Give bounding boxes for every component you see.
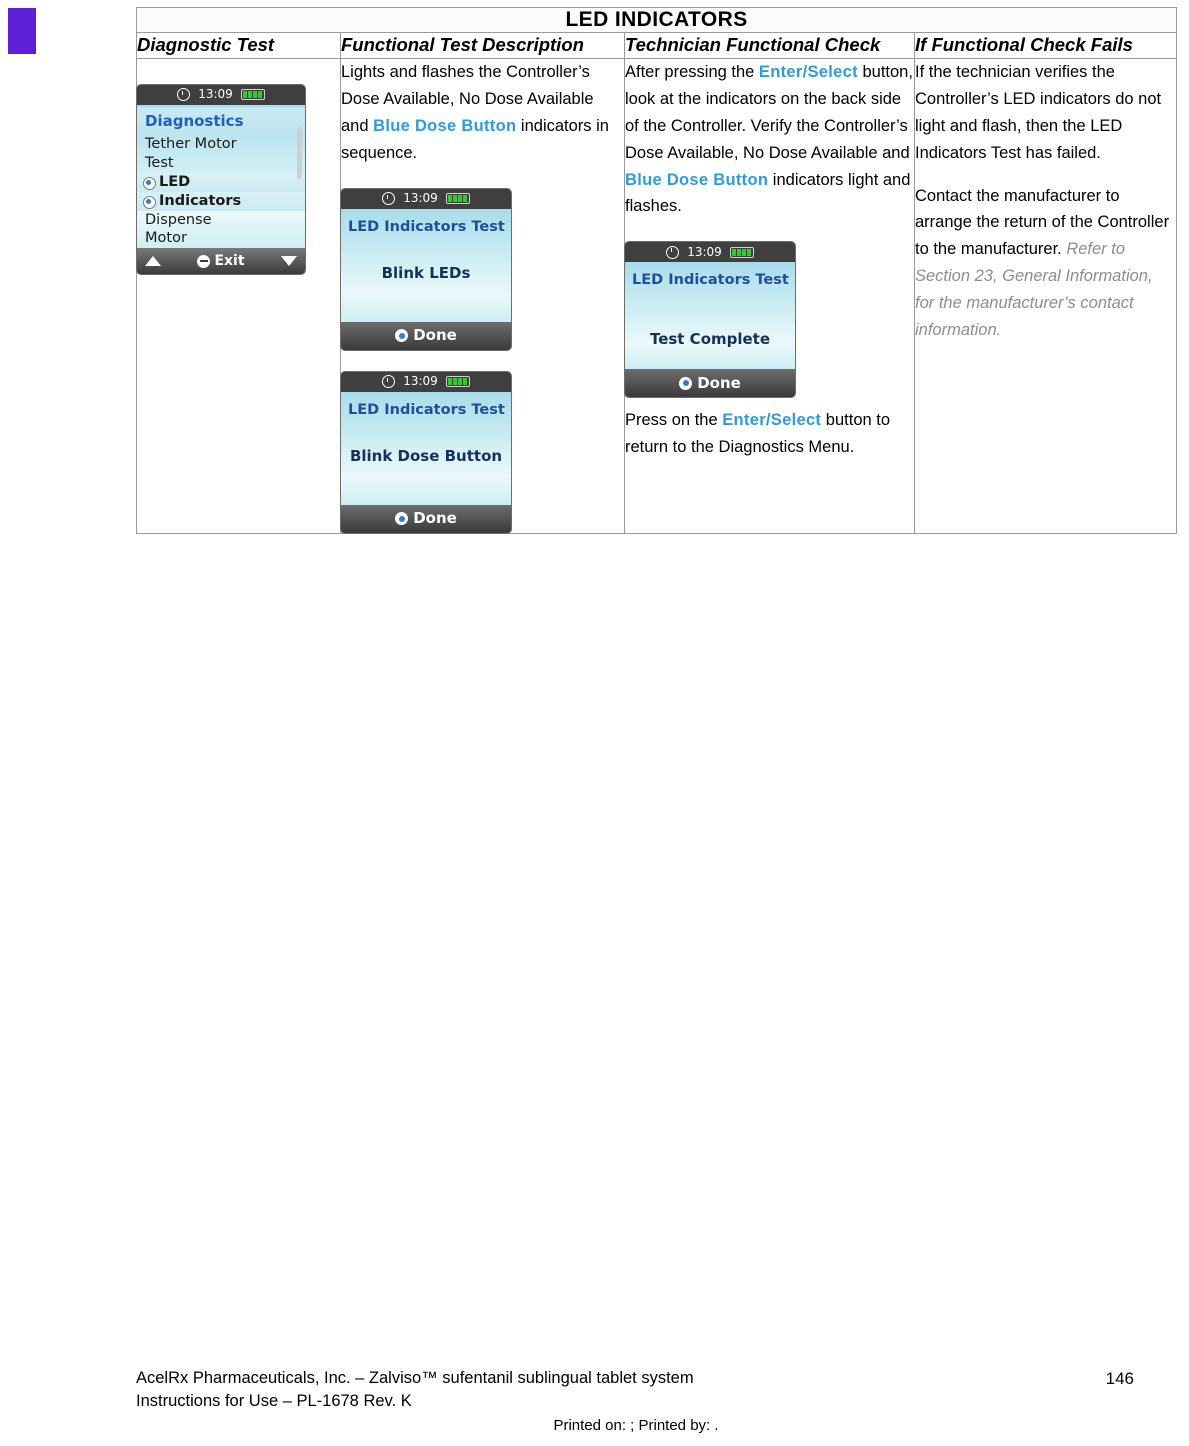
technician-return-paragraph: Press on the Enter/Select button to retu… xyxy=(625,407,914,461)
column-header-technician-functional-check: Technician Functional Check xyxy=(624,32,915,59)
clock-icon xyxy=(666,245,680,259)
menu-item-led[interactable]: LED xyxy=(137,173,305,192)
device-status-bar: 13:09 xyxy=(341,188,511,209)
screen-message: Blink LEDs xyxy=(381,264,471,283)
done-label: Done xyxy=(697,374,741,393)
done-button[interactable]: Done xyxy=(625,369,795,398)
failure-paragraph-1: If the technician verifies the Controlle… xyxy=(915,62,1162,162)
device-body: LED Indicators Test Blink Dose Button xyxy=(341,391,511,505)
done-button[interactable]: Done xyxy=(341,504,511,533)
device-status-bar: 13:09 xyxy=(625,242,795,263)
arrow-up-icon[interactable] xyxy=(145,256,161,267)
screen-title: LED Indicators Test xyxy=(348,401,505,418)
battery-icon xyxy=(445,376,470,388)
menu-item-indicators[interactable]: Indicators xyxy=(137,191,305,211)
clock-icon xyxy=(382,375,396,389)
battery-icon xyxy=(729,246,754,258)
footer-line-1: AcelRx Pharmaceuticals, Inc. – Zalviso™ … xyxy=(136,1368,694,1387)
screen-title: LED Indicators Test xyxy=(632,272,789,289)
failure-text-a: Contact the manufacturer to arrange the … xyxy=(915,186,1170,259)
screen-title: LED Indicators Test xyxy=(348,218,505,235)
footer-line-2: Instructions for Use – PL-1678 Rev. K xyxy=(136,1391,412,1410)
device-body: LED Indicators Test Blink LEDs xyxy=(341,208,511,322)
tech2-blue-enter-select: Enter/Select xyxy=(722,411,822,430)
cell-if-functional-check-fails: If the technician verifies the Controlle… xyxy=(913,57,1178,534)
select-icon xyxy=(679,376,693,390)
figure-diagnostics-menu: 13:09 Diagnostics Tether Motor Test LED … xyxy=(137,84,340,275)
figure-blink-dose-button: 13:09 LED Indicators Test Blink Dose But… xyxy=(341,371,624,533)
device-time: 13:09 xyxy=(403,373,438,388)
done-label: Done xyxy=(413,509,457,528)
tech-text-a: After pressing the xyxy=(625,62,759,81)
menu-item-motor[interactable]: Motor xyxy=(137,229,305,248)
exit-icon xyxy=(197,254,211,268)
figure-test-complete: 13:09 LED Indicators Test Test Complete … xyxy=(625,242,914,398)
arrow-down-icon[interactable] xyxy=(281,256,297,267)
page-edge-marker xyxy=(8,8,36,54)
device-time: 13:09 xyxy=(403,190,438,205)
battery-icon xyxy=(445,193,470,205)
device-screen-test-complete: 13:09 LED Indicators Test Test Complete … xyxy=(625,242,795,398)
clock-icon xyxy=(177,88,191,102)
device-status-bar: 13:09 xyxy=(341,371,511,392)
column-header-functional-test-description: Functional Test Description xyxy=(340,32,625,59)
column-header-if-functional-check-fails: If Functional Check Fails xyxy=(913,32,1178,59)
device-screen-diagnostics-menu: 13:09 Diagnostics Tether Motor Test LED … xyxy=(137,84,305,275)
battery-icon xyxy=(240,89,265,101)
device-nav-bar: Exit xyxy=(137,248,305,275)
table-content-row: 13:09 Diagnostics Tether Motor Test LED … xyxy=(136,57,1178,534)
menu-item-dispense[interactable]: Dispense xyxy=(137,211,305,230)
cell-diagnostic-test: 13:09 Diagnostics Tether Motor Test LED … xyxy=(136,57,341,534)
printed-info: Printed on: ; Printed by: . xyxy=(553,1417,719,1434)
led-indicators-table: LED INDICATORS Diagnostic Test Functiona… xyxy=(135,7,1178,534)
menu-item-indicators-label: Indicators xyxy=(159,192,242,209)
menu-item-tether-motor[interactable]: Tether Motor xyxy=(137,135,305,154)
cell-functional-test-description: Lights and flashes the Controller’s Dose… xyxy=(340,57,625,534)
table-title: LED INDICATORS xyxy=(135,7,1178,33)
tech-blue-dose-button: Blue Dose Button xyxy=(625,170,769,189)
screen-message: Test Complete xyxy=(649,329,771,348)
table-title-row: LED INDICATORS xyxy=(135,7,1178,33)
select-icon xyxy=(395,329,409,343)
page-footer: AcelRx Pharmaceuticals, Inc. – Zalviso™ … xyxy=(136,1367,1182,1436)
failure-paragraph-2: Contact the manufacturer to arrange the … xyxy=(915,183,1176,344)
device-body: LED Indicators Test Test Complete xyxy=(625,262,795,370)
device-time: 13:09 xyxy=(198,87,233,102)
done-button[interactable]: Done xyxy=(341,321,511,350)
page-number: 146 xyxy=(1105,1368,1134,1388)
device-screen-blink-leds: 13:09 LED Indicators Test Blink LEDs Don… xyxy=(341,188,511,350)
exit-label: Exit xyxy=(214,252,245,269)
tech2-text-a: Press on the xyxy=(625,411,723,430)
diagnostics-title: Diagnostics xyxy=(137,106,305,136)
device-screen-blink-dose-button: 13:09 LED Indicators Test Blink Dose But… xyxy=(341,371,511,533)
device-time: 13:09 xyxy=(687,244,722,259)
column-header-diagnostic-test: Diagnostic Test xyxy=(136,32,341,59)
technician-check-paragraph: After pressing the Enter/Select button, … xyxy=(625,59,914,220)
device-status-bar: 13:09 xyxy=(137,84,305,105)
device-body: Diagnostics Tether Motor Test LED Indica… xyxy=(137,104,305,249)
document-page: LED INDICATORS Diagnostic Test Functiona… xyxy=(135,7,1178,534)
done-label: Done xyxy=(413,326,457,345)
tech-blue-enter-select: Enter/Select xyxy=(758,62,858,81)
select-icon xyxy=(395,512,409,526)
menu-item-test[interactable]: Test xyxy=(137,154,305,173)
clock-icon xyxy=(382,192,396,206)
description-paragraph: Lights and flashes the Controller’s Dose… xyxy=(341,59,624,167)
cell-technician-functional-check: After pressing the Enter/Select button, … xyxy=(624,57,915,534)
description-blue-term: Blue Dose Button xyxy=(373,116,517,135)
table-header-row: Diagnostic Test Functional Test Descript… xyxy=(136,32,1178,59)
figure-blink-leds: 13:09 LED Indicators Test Blink LEDs Don… xyxy=(341,188,624,350)
screen-message: Blink Dose Button xyxy=(349,447,503,466)
exit-button[interactable]: Exit xyxy=(197,250,245,273)
scrollbar[interactable] xyxy=(297,126,302,179)
